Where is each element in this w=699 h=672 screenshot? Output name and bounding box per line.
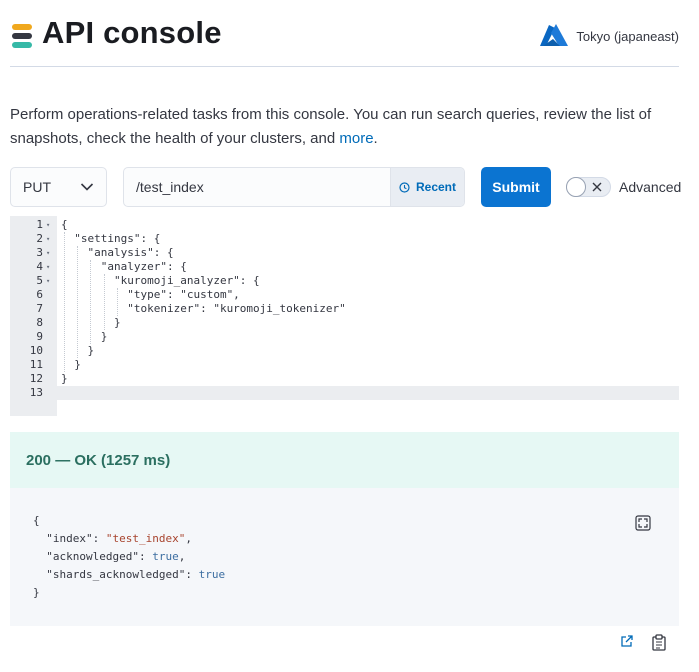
code-text: "analyzer": { — [61, 260, 187, 273]
editor-line: 7 "tokenizer": "kuromoji_tokenizer" — [10, 302, 679, 316]
page-header: API console Tokyo (japaneast) — [10, 0, 679, 67]
more-link[interactable]: more — [339, 130, 373, 147]
request-body-editor[interactable]: 1 ▾{2 ▾ "settings": {3 ▾ "analysis": {4 ▾ "a… — [10, 216, 679, 416]
line-number: 9 — [36, 330, 43, 343]
response-actions — [620, 634, 666, 651]
editor-line: 11 } — [10, 358, 679, 372]
editor-line: 4 ▾ "analyzer": { — [10, 260, 679, 274]
code-text: } — [61, 372, 68, 385]
indent-guide — [103, 274, 105, 330]
editor-line: 12} — [10, 372, 679, 386]
editor-line: 8 } — [10, 316, 679, 330]
response-token: true — [198, 568, 226, 581]
chevron-down-icon — [80, 183, 94, 191]
region-label: Tokyo (japaneast) — [576, 28, 679, 44]
line-number: 2 — [36, 232, 43, 245]
switch-knob — [566, 177, 586, 197]
clipboard-icon[interactable] — [652, 634, 666, 651]
path-field: Recent — [123, 167, 465, 207]
editor-line: 5 ▾ "kuromoji_analyzer": { — [10, 274, 679, 288]
fullscreen-icon[interactable] — [635, 515, 651, 531]
line-number: 12 — [29, 372, 43, 385]
line-number: 5 — [36, 274, 43, 287]
external-link-icon[interactable] — [620, 634, 634, 648]
response-status: 200 — OK (1257 ms) — [10, 432, 679, 488]
response-token: , — [185, 532, 192, 545]
line-number: 7 — [36, 302, 43, 315]
editor-line: 10 } — [10, 344, 679, 358]
indent-guide — [116, 288, 118, 316]
code-text: "settings": { — [61, 232, 161, 245]
elastic-logo-icon — [12, 24, 32, 48]
advanced-label: Advanced — [619, 179, 682, 195]
editor-line: 3 ▾ "analysis": { — [10, 246, 679, 260]
response-line: { — [33, 512, 40, 530]
fold-toggle-icon[interactable]: ▾ — [46, 218, 54, 232]
status-text: 200 — OK (1257 ms) — [26, 451, 171, 469]
code-text: } — [61, 330, 108, 343]
line-number: 10 — [29, 344, 43, 357]
response-token: , — [178, 550, 186, 563]
indent-guide — [64, 232, 65, 372]
page-title: API console — [42, 15, 222, 50]
code-text: { — [61, 218, 68, 231]
editor-line: 1 ▾ { — [10, 218, 679, 232]
response-token: "test_index" — [105, 532, 186, 545]
response-line: "index": "test_index", — [33, 530, 192, 548]
response-body: { "index": "test_index", "acknowledged":… — [10, 488, 679, 626]
response-line: "acknowledged": true, — [33, 548, 185, 566]
fold-toggle-icon[interactable]: ▾ — [46, 246, 54, 260]
editor-line: 2 ▾ "settings": { — [10, 232, 679, 246]
indent-guide — [77, 246, 79, 358]
region-indicator: Tokyo (japaneast) — [536, 24, 679, 48]
advanced-toggle[interactable]: Advanced — [566, 176, 681, 198]
fold-toggle-icon[interactable]: ▾ — [46, 232, 54, 246]
azure-icon — [540, 24, 569, 46]
fold-toggle-icon[interactable]: ▾ — [46, 274, 54, 288]
submit-button[interactable]: Submit — [481, 167, 551, 207]
line-number: 11 — [29, 358, 43, 371]
response-token: "shards_acknowledged": — [33, 568, 199, 581]
clock-icon — [399, 181, 410, 193]
response-token: "index": — [33, 532, 106, 545]
line-number: 4 — [36, 260, 43, 273]
response-line: } — [33, 584, 40, 602]
indent-guide — [90, 260, 92, 344]
method-select[interactable]: PUT — [10, 167, 107, 207]
response-line: "shards_acknowledged": true — [33, 566, 225, 584]
recent-button[interactable]: Recent — [390, 168, 464, 206]
editor-line: 13 — [10, 386, 679, 400]
intro-text: Perform operations-related tasks from th… — [10, 103, 675, 151]
path-input[interactable] — [124, 168, 390, 206]
response-token: } — [33, 586, 40, 599]
intro-body: Perform operations-related tasks from th… — [10, 106, 652, 147]
advanced-switch[interactable] — [566, 177, 611, 197]
editor-line: 6 "type": "custom", — [10, 288, 679, 302]
method-value: PUT — [23, 179, 51, 195]
line-number: 3 — [36, 246, 43, 259]
fold-toggle-icon[interactable]: ▾ — [46, 260, 54, 274]
line-number: 13 — [29, 386, 43, 399]
recent-label: Recent — [415, 180, 456, 194]
line-number: 1 — [36, 218, 43, 231]
response-token: "acknowledged": — [33, 550, 153, 563]
response-token: true — [152, 550, 179, 563]
response-token: { — [33, 514, 40, 527]
close-icon — [592, 182, 602, 192]
line-number: 6 — [36, 288, 43, 301]
code-text: "type": "custom", — [61, 288, 240, 301]
editor-line: 9 } — [10, 330, 679, 344]
line-number: 8 — [36, 316, 43, 329]
intro-suffix: . — [373, 130, 378, 147]
